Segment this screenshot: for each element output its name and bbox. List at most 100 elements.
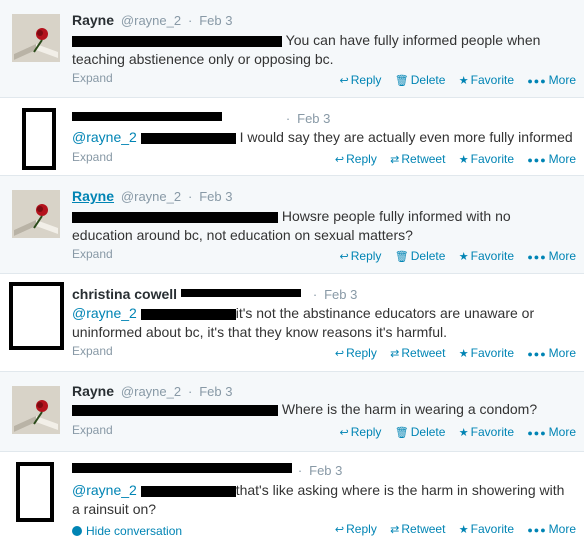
delete-button[interactable]: 🗑 Delete: [395, 425, 446, 439]
separator: ·: [285, 111, 291, 126]
more-button[interactable]: ●●● More: [527, 73, 576, 87]
delete-button[interactable]: 🗑 Delete: [395, 73, 446, 87]
favorite-button[interactable]: ★ Favorite: [459, 73, 514, 87]
favorite-button[interactable]: ★ Favorite: [459, 522, 514, 536]
star-icon: ★: [458, 154, 469, 166]
reply-arrow-icon: ↩: [334, 348, 345, 360]
author-name[interactable]: Rayne: [72, 12, 114, 28]
retweet-icon: ⇄: [390, 348, 400, 360]
retweet-button[interactable]: ⇄ Retweet: [390, 346, 445, 360]
rose-book-icon: [12, 386, 60, 434]
reply-button[interactable]: ↩ Reply: [340, 73, 382, 87]
reply-button[interactable]: ↩ Reply: [335, 522, 377, 536]
ellipsis-icon: ●●●: [527, 155, 547, 165]
ellipsis-icon: ●●●: [527, 76, 547, 86]
separator: ·: [188, 189, 193, 204]
star-icon: ★: [458, 348, 469, 360]
redaction: [72, 211, 278, 223]
tweet[interactable]: · Feb 3 @rayne_2 that's like asking wher…: [0, 452, 584, 543]
timestamp[interactable]: Feb 3: [199, 13, 232, 28]
expand-link[interactable]: Expand: [72, 150, 113, 164]
conversation-icon: [72, 526, 82, 536]
author-handle[interactable]: @rayne_2: [121, 189, 181, 204]
avatar[interactable]: [12, 386, 60, 434]
separator: ·: [312, 287, 318, 302]
reply-arrow-icon: ↩: [339, 427, 349, 439]
favorite-button[interactable]: ★ Favorite: [459, 249, 514, 263]
tweet[interactable]: Rayne @rayne_2 · Feb 3 You can have full…: [0, 0, 584, 98]
more-button[interactable]: ●●● More: [527, 425, 576, 439]
ellipsis-icon: ●●●: [527, 525, 547, 535]
timestamp[interactable]: Feb 3: [199, 384, 232, 399]
tweet[interactable]: · Feb 3 @rayne_2 I would say they are ac…: [0, 98, 584, 176]
author-name[interactable]: Rayne: [72, 188, 114, 204]
reply-arrow-icon: ↩: [339, 251, 349, 263]
timestamp[interactable]: Feb 3: [324, 287, 357, 302]
tweet-actions: ↩ Reply 🗑 Delete ★ Favorite ●●● More: [330, 249, 576, 263]
expand-link[interactable]: Expand: [72, 247, 113, 261]
expand-link[interactable]: Expand: [72, 344, 113, 358]
separator: ·: [188, 13, 193, 28]
mention-link[interactable]: @rayne_2: [72, 482, 137, 498]
delete-button[interactable]: 🗑 Delete: [395, 249, 446, 263]
favorite-button[interactable]: ★ Favorite: [459, 346, 514, 360]
favorite-button[interactable]: ★ Favorite: [459, 425, 514, 439]
ellipsis-icon: ●●●: [527, 349, 547, 359]
tweet-text: @rayne_2 it's not the abstinance educato…: [72, 305, 535, 340]
favorite-button[interactable]: ★ Favorite: [459, 152, 514, 166]
tweet[interactable]: Rayne @rayne_2 · Feb 3 Howsre people ful…: [0, 176, 584, 274]
star-icon: ★: [458, 524, 469, 536]
tweet-actions: ↩ Reply ⇄ Retweet ★ Favorite ●●● More: [325, 152, 576, 166]
retweet-button[interactable]: ⇄ Retweet: [390, 152, 445, 166]
avatar[interactable]: [12, 14, 60, 62]
more-button[interactable]: ●●● More: [527, 152, 576, 166]
avatar[interactable]: [22, 108, 56, 170]
star-icon: ★: [458, 427, 469, 439]
author-handle[interactable]: @rayne_2: [121, 384, 181, 399]
tweet[interactable]: Rayne @rayne_2 · Feb 3 Where is the harm…: [0, 372, 584, 452]
rose-book-icon: [12, 190, 60, 238]
author-handle[interactable]: @rayne_2: [121, 13, 181, 28]
tweet-actions: ↩ Reply ⇄ Retweet ★ Favorite ●●● More: [325, 346, 576, 360]
redaction: [140, 132, 236, 144]
trash-icon: 🗑: [394, 251, 409, 263]
ellipsis-icon: ●●●: [527, 252, 547, 262]
retweet-icon: ⇄: [390, 154, 400, 166]
more-button[interactable]: ●●● More: [527, 522, 576, 536]
more-button[interactable]: ●●● More: [527, 346, 576, 360]
tweet-text: You can have fully informed people when …: [72, 32, 541, 67]
reply-button[interactable]: ↩ Reply: [340, 425, 382, 439]
redaction: [72, 112, 222, 121]
redaction: [72, 463, 292, 473]
retweet-button[interactable]: ⇄ Retweet: [390, 522, 445, 536]
redaction: [140, 485, 236, 497]
timestamp[interactable]: Feb 3: [199, 189, 232, 204]
rose-book-icon: [12, 14, 60, 62]
expand-link[interactable]: Expand: [72, 71, 113, 85]
separator: ·: [297, 463, 303, 478]
more-button[interactable]: ●●● More: [527, 249, 576, 263]
retweet-icon: ⇄: [390, 524, 400, 536]
mention-link[interactable]: @rayne_2: [72, 305, 137, 321]
avatar[interactable]: [16, 462, 54, 522]
author-name[interactable]: Rayne: [72, 383, 114, 399]
mention-link[interactable]: @rayne_2: [72, 129, 137, 145]
timestamp[interactable]: Feb 3: [309, 463, 342, 478]
timestamp[interactable]: Feb 3: [297, 111, 330, 126]
star-icon: ★: [458, 75, 469, 87]
tweet-actions: ↩ Reply 🗑 Delete ★ Favorite ●●● More: [330, 425, 576, 439]
reply-button[interactable]: ↩ Reply: [335, 152, 377, 166]
tweet-text: @rayne_2 I would say they are actually e…: [72, 129, 573, 145]
author-name[interactable]: christina cowell: [72, 286, 177, 302]
trash-icon: 🗑: [394, 427, 409, 439]
expand-link[interactable]: Expand: [72, 423, 113, 437]
redaction: [180, 289, 301, 297]
trash-icon: 🗑: [394, 75, 409, 87]
tweet[interactable]: christina cowell · Feb 3 @rayne_2 it's n…: [0, 274, 584, 372]
reply-button[interactable]: ↩ Reply: [340, 249, 382, 263]
reply-button[interactable]: ↩ Reply: [335, 346, 377, 360]
tweet-text: @rayne_2 that's like asking where is the…: [72, 482, 565, 517]
avatar[interactable]: [12, 190, 60, 238]
hide-conversation-link[interactable]: Hide conversation: [72, 524, 182, 538]
avatar[interactable]: [9, 282, 64, 350]
